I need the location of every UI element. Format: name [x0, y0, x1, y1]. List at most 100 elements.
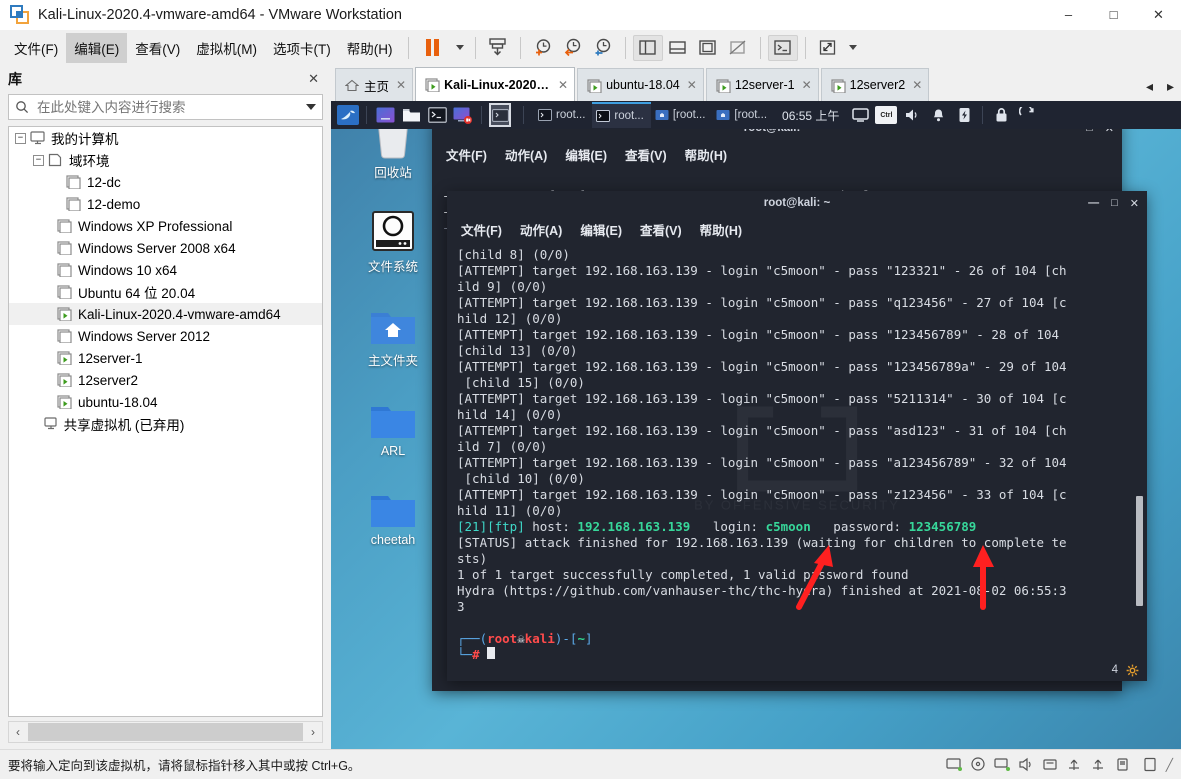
library-tree-item[interactable]: 共享虚拟机 (已弃用)	[9, 413, 322, 435]
library-tree-item[interactable]: 12-demo	[9, 193, 322, 215]
clock[interactable]: 06:55 上午	[774, 107, 847, 124]
tab-0[interactable]: 主页 ✕	[335, 68, 414, 101]
close-icon[interactable]: ✕	[1130, 197, 1139, 210]
library-tree-item[interactable]: Windows Server 2008 x64	[9, 237, 322, 259]
tab-nav-prev-icon[interactable]: ◂	[1139, 78, 1160, 95]
library-search-box[interactable]	[8, 94, 323, 120]
tab-close-icon[interactable]: ✕	[396, 78, 406, 92]
menu-view[interactable]: 查看(V)	[127, 33, 188, 63]
tab-4[interactable]: 12server2 ✕	[820, 68, 930, 101]
power-battery-icon[interactable]	[953, 104, 975, 126]
desktop-icon-filesystem[interactable]: 文件系统	[343, 201, 443, 275]
sound-card-icon[interactable]	[1018, 757, 1035, 772]
show-library-icon[interactable]	[632, 34, 663, 61]
terminal-icon[interactable]	[426, 104, 448, 126]
tab-close-icon[interactable]: ✕	[912, 78, 922, 92]
front-terminal-titlebar[interactable]: root@kali: ~ — □ ✕	[447, 191, 1147, 215]
network-adapter-icon[interactable]	[994, 757, 1011, 772]
scroll-left-icon[interactable]: ‹	[9, 722, 27, 742]
search-dropdown-icon[interactable]	[306, 104, 316, 110]
menu-tabs[interactable]: 选项卡(T)	[265, 33, 339, 63]
snapshot-manager-icon[interactable]	[588, 35, 618, 61]
tab-close-icon[interactable]: ✕	[558, 78, 568, 92]
screen-recorder-icon[interactable]	[452, 104, 474, 126]
scroll-thumb[interactable]	[28, 723, 303, 741]
unity-mode-icon[interactable]	[723, 35, 753, 61]
terminal-scrollbar[interactable]	[1136, 496, 1143, 606]
tab-1[interactable]: Kali-Linux-2020.4-vmware-a... ✕	[415, 67, 576, 101]
pause-icon[interactable]	[416, 35, 450, 61]
menu-edit[interactable]: 编辑(E)	[66, 32, 128, 63]
usb-1-icon[interactable]	[1066, 757, 1083, 772]
desktop-icon-arl[interactable]: ARL	[343, 389, 443, 458]
library-tree-item[interactable]: Ubuntu 64 位 20.04	[9, 281, 322, 303]
keyboard-layout-icon[interactable]: Ctrl	[875, 106, 898, 124]
front-terminal-menu-3[interactable]: 查看(V)	[640, 220, 682, 239]
front-terminal-window[interactable]: BY OFFENSIVE SECURITY root@kali: ~ — □ ✕…	[447, 191, 1147, 681]
vm-library-tree[interactable]: − 我的计算机 − 域环境 12-dc 12-demo Windows XP Profess…	[8, 126, 323, 717]
tab-2[interactable]: ubuntu-18.04 ✕	[577, 68, 704, 101]
front-terminal-menu-1[interactable]: 动作(A)	[520, 220, 562, 239]
tab-close-icon[interactable]: ✕	[687, 78, 697, 92]
settings-gear-icon[interactable]	[1126, 664, 1139, 677]
notification-bell-icon[interactable]	[927, 104, 949, 126]
taskbar-item-1[interactable]: root...	[592, 102, 651, 128]
back-terminal-menu-0[interactable]: 文件(F)	[446, 145, 487, 164]
maximize-button[interactable]: □	[1091, 0, 1136, 30]
kali-dragon-icon[interactable]	[337, 104, 359, 126]
snapshot-icon[interactable]	[483, 35, 513, 61]
taskbar-item-2[interactable]: [root...	[651, 102, 713, 128]
minimize-button[interactable]: –	[1046, 0, 1091, 30]
show-console-fullscreen-icon[interactable]	[693, 35, 723, 61]
library-tree-item[interactable]: 12server-1	[9, 347, 322, 369]
lock-icon[interactable]	[990, 104, 1012, 126]
menu-file[interactable]: 文件(F)	[6, 33, 66, 63]
library-horizontal-scrollbar[interactable]: ‹ ›	[8, 721, 323, 743]
back-terminal-menu-1[interactable]: 动作(A)	[505, 145, 547, 164]
library-close-icon[interactable]: ✕	[304, 71, 323, 87]
back-terminal-menu-3[interactable]: 查看(V)	[625, 145, 667, 164]
taskbar-item-3[interactable]: [root...	[712, 102, 774, 128]
bluetooth-icon[interactable]	[1114, 757, 1131, 772]
front-terminal-menu-4[interactable]: 帮助(H)	[700, 220, 742, 239]
show-thumbnail-bar-icon[interactable]	[663, 35, 693, 61]
back-terminal-menu-4[interactable]: 帮助(H)	[685, 145, 727, 164]
front-terminal-menu-2[interactable]: 编辑(E)	[580, 220, 622, 239]
hard-disk-icon[interactable]	[946, 757, 963, 772]
display-icon[interactable]	[849, 104, 871, 126]
maximize-icon[interactable]: □	[1111, 197, 1118, 209]
show-desktop-icon[interactable]	[374, 104, 396, 126]
library-tree-item[interactable]: 12-dc	[9, 171, 322, 193]
library-tree-item[interactable]: Windows XP Professional	[9, 215, 322, 237]
front-terminal-output[interactable]: [child 8] (0/0) [ATTEMPT] target 192.168.…	[447, 243, 1147, 659]
revert-snapshot-icon[interactable]	[558, 35, 588, 61]
tab-nav-next-icon[interactable]: ▸	[1160, 78, 1181, 95]
library-tree-item[interactable]: Kali-Linux-2020.4-vmware-amd64	[9, 303, 322, 325]
display-icon[interactable]	[1142, 757, 1159, 772]
menu-vm[interactable]: 虚拟机(M)	[188, 33, 265, 63]
send-ctrl-alt-del-icon[interactable]	[767, 34, 798, 61]
tree-expander-icon[interactable]: −	[33, 154, 44, 166]
full-screen-icon[interactable]	[813, 35, 843, 61]
library-tree-item[interactable]: Windows 10 x64	[9, 259, 322, 281]
logout-icon[interactable]	[1016, 104, 1038, 126]
library-tree-item[interactable]: Windows Server 2012	[9, 325, 322, 347]
take-snapshot-icon[interactable]	[528, 35, 558, 61]
scroll-right-icon[interactable]: ›	[304, 722, 322, 742]
taskbar-item-0[interactable]: root...	[534, 102, 592, 128]
tab-3[interactable]: 12server-1 ✕	[705, 68, 819, 101]
tab-close-icon[interactable]: ✕	[802, 78, 812, 92]
search-input[interactable]	[35, 98, 306, 116]
close-button[interactable]: ✕	[1136, 0, 1181, 30]
back-terminal-menu-2[interactable]: 编辑(E)	[565, 145, 607, 164]
cd-dvd-icon[interactable]	[970, 757, 987, 772]
library-tree-item[interactable]: − 域环境	[9, 149, 322, 171]
usb-2-icon[interactable]	[1090, 757, 1107, 772]
library-tree-item[interactable]: − 我的计算机	[9, 127, 322, 149]
volume-icon[interactable]	[901, 104, 923, 126]
library-tree-item[interactable]: 12server2	[9, 369, 322, 391]
library-tree-item[interactable]: ubuntu-18.04	[9, 391, 322, 413]
workspace-switcher-icon[interactable]	[489, 103, 511, 127]
desktop-icon-home[interactable]: 主文件夹	[343, 295, 443, 369]
desktop-icon-cheetah[interactable]: cheetah	[343, 478, 443, 547]
